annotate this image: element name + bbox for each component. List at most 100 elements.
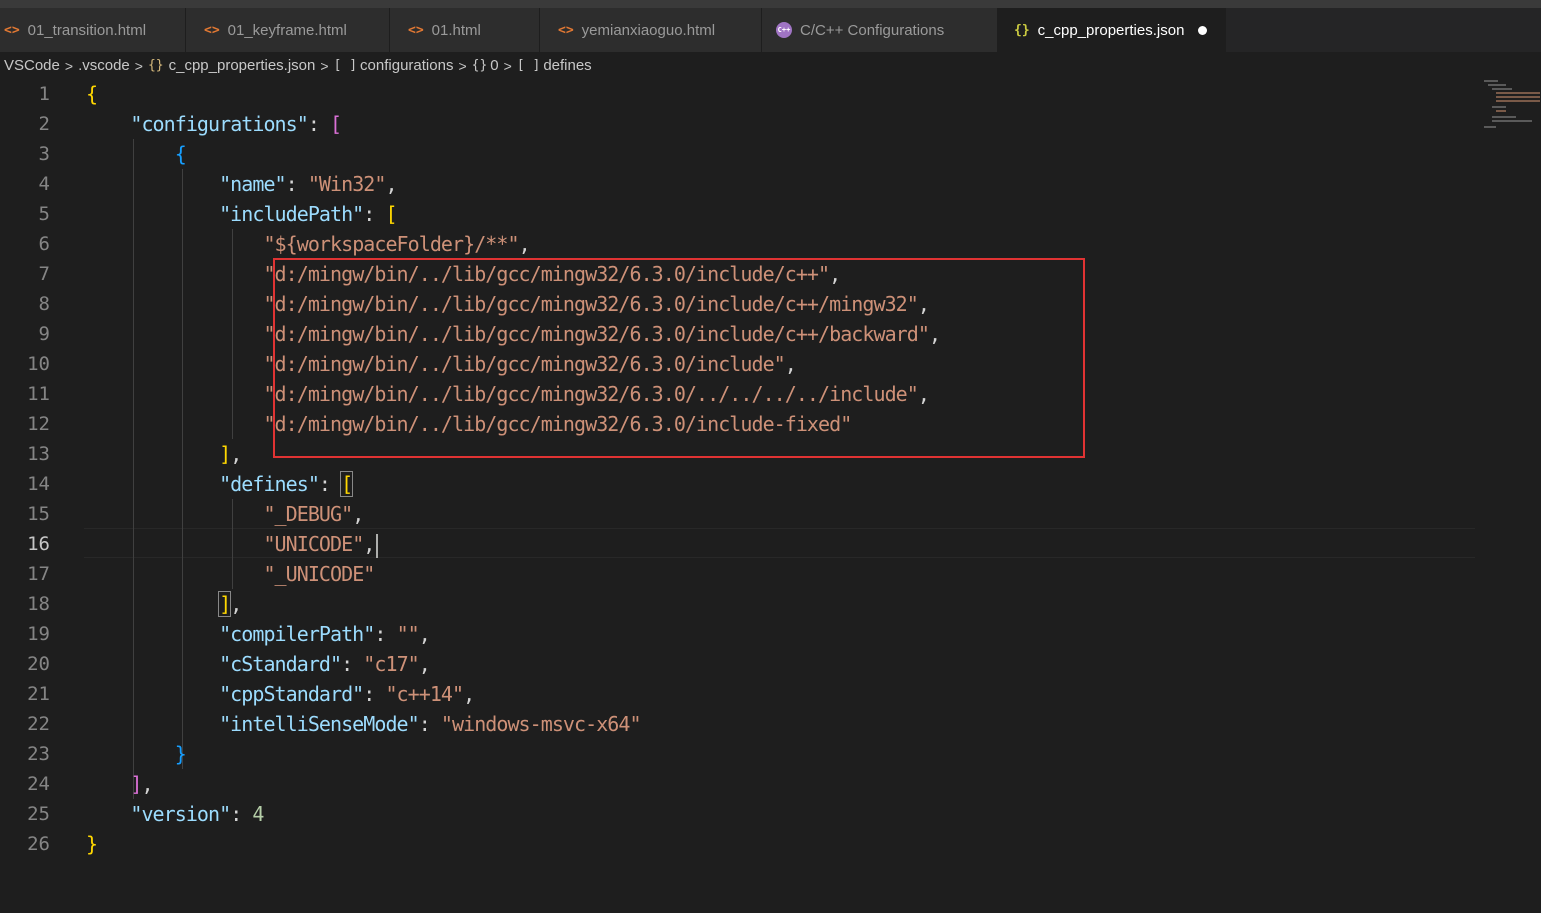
breadcrumb-item-vscode[interactable]: VSCode (4, 54, 60, 78)
matched-bracket: [ (340, 471, 354, 497)
colon: : (374, 622, 397, 646)
brace: } (86, 832, 98, 856)
json-key: "intelliSenseMode" (219, 712, 420, 736)
json-string: "_UNICODE" (263, 562, 375, 586)
breadcrumb-item-configurations[interactable]: configurations (360, 54, 453, 78)
colon: : (230, 802, 253, 826)
editor-tab-bar: <> 01_transition.html <> 01_keyframe.htm… (0, 8, 1541, 52)
bracket: [ (385, 202, 397, 226)
code-line: "version": 4 (86, 799, 264, 829)
comma: , (141, 772, 153, 796)
code-line-current: "UNICODE", (86, 529, 379, 559)
colon: : (318, 472, 342, 496)
breadcrumb-item-dotvscode[interactable]: .vscode (78, 54, 130, 78)
line-number: 14 (27, 473, 50, 495)
line-number: 15 (27, 503, 50, 525)
minimap-line (1492, 120, 1532, 122)
json-string: "${workspaceFolder}/**" (263, 232, 519, 256)
tab-label: 01_keyframe.html (227, 21, 347, 39)
brace: { (174, 142, 187, 166)
bracket: [ (330, 112, 342, 136)
line-number: 5 (38, 203, 50, 225)
tab-01-keyframe[interactable]: <> 01_keyframe.html (186, 8, 390, 52)
code-line: "_UNICODE" (86, 559, 375, 589)
bracket: ] (219, 442, 231, 466)
unsaved-dot-icon[interactable] (1198, 25, 1208, 35)
line-number: 7 (38, 263, 50, 285)
line-number: 11 (27, 383, 50, 405)
code-line: ], (86, 769, 153, 799)
code-line: "cppStandard": "c++14", (86, 679, 475, 709)
line-number: 26 (27, 833, 50, 855)
minimap-line (1492, 116, 1516, 118)
line-number: 20 (27, 653, 50, 675)
json-string: "UNICODE" (263, 532, 364, 556)
tab-c-cpp-properties[interactable]: {} c_cpp_properties.json (998, 8, 1226, 52)
minimap-line (1492, 88, 1512, 90)
breadcrumb: VSCode > .vscode > {} c_cpp_properties.j… (4, 54, 592, 78)
code-line: "name": "Win32", (86, 169, 397, 199)
minimap[interactable] (1480, 78, 1540, 138)
code-line: "configurations": [ (86, 109, 342, 139)
chevron-right-icon: > (458, 58, 467, 74)
json-string: "windows-msvc-x64" (440, 712, 642, 736)
tab-label: yemianxiaoguo.html (581, 21, 716, 39)
tab-label: C/C++ Configurations (800, 21, 945, 39)
json-string: "c17" (363, 652, 419, 676)
code-line: } (86, 829, 98, 859)
comma: , (385, 172, 397, 196)
line-number: 23 (27, 743, 50, 765)
line-number: 24 (27, 773, 50, 795)
highlight-annotation-box (273, 258, 1085, 458)
json-key: "name" (219, 172, 286, 196)
colon: : (307, 112, 331, 136)
tab-cpp-configurations[interactable]: C++ C/C++ Configurations (762, 8, 998, 52)
html-icon: <> (558, 22, 574, 38)
colon: : (341, 652, 364, 676)
line-number: 21 (27, 683, 50, 705)
json-number: 4 (252, 802, 264, 826)
json-key: "defines" (219, 472, 320, 496)
tab-yemianxiaoguo[interactable]: <> yemianxiaoguo.html (540, 8, 762, 52)
minimap-line (1496, 100, 1540, 102)
breadcrumb-item-defines[interactable]: defines (543, 54, 591, 78)
breadcrumb-item-index[interactable]: 0 (490, 54, 498, 78)
code-editor[interactable]: 1 2 3 4 5 6 7 8 9 10 11 12 13 14 15 16 1… (0, 79, 1475, 913)
line-number: 13 (27, 443, 50, 465)
json-string: "" (396, 622, 420, 646)
comma: , (463, 682, 475, 706)
tab-label: c_cpp_properties.json (1037, 21, 1185, 39)
line-number: 3 (38, 143, 50, 165)
line-number: 6 (38, 233, 50, 255)
chevron-right-icon: > (503, 58, 512, 74)
html-icon: <> (408, 22, 424, 38)
code-line: { (86, 79, 98, 109)
minimap-line (1496, 110, 1506, 112)
code-line: ], (86, 589, 242, 619)
tab-01-transition[interactable]: <> 01_transition.html (0, 8, 186, 52)
comma: , (352, 502, 364, 526)
tab-01-html[interactable]: <> 01.html (390, 8, 540, 52)
line-number: 9 (38, 323, 50, 345)
line-number: 10 (27, 353, 50, 375)
json-key: "configurations" (130, 112, 308, 136)
brace: { (86, 82, 98, 106)
line-number: 25 (27, 803, 50, 825)
html-icon: <> (4, 22, 20, 38)
comma: , (518, 232, 531, 256)
chevron-right-icon: > (134, 58, 143, 74)
colon: : (285, 172, 308, 196)
colon: : (418, 712, 441, 736)
code-line: "_DEBUG", (86, 499, 364, 529)
code-line: "intelliSenseMode": "windows-msvc-x64" (86, 709, 641, 739)
code-line: "${workspaceFolder}/**", (86, 229, 530, 259)
json-string: "Win32" (307, 172, 387, 196)
json-icon: {} (147, 58, 164, 73)
json-key: "cStandard" (219, 652, 342, 676)
colon: : (363, 682, 386, 706)
code-line: "compilerPath": "", (86, 619, 431, 649)
json-key: "version" (130, 802, 231, 826)
minimap-line (1492, 106, 1506, 108)
comma: , (230, 442, 242, 466)
breadcrumb-item-file[interactable]: c_cpp_properties.json (169, 54, 316, 78)
